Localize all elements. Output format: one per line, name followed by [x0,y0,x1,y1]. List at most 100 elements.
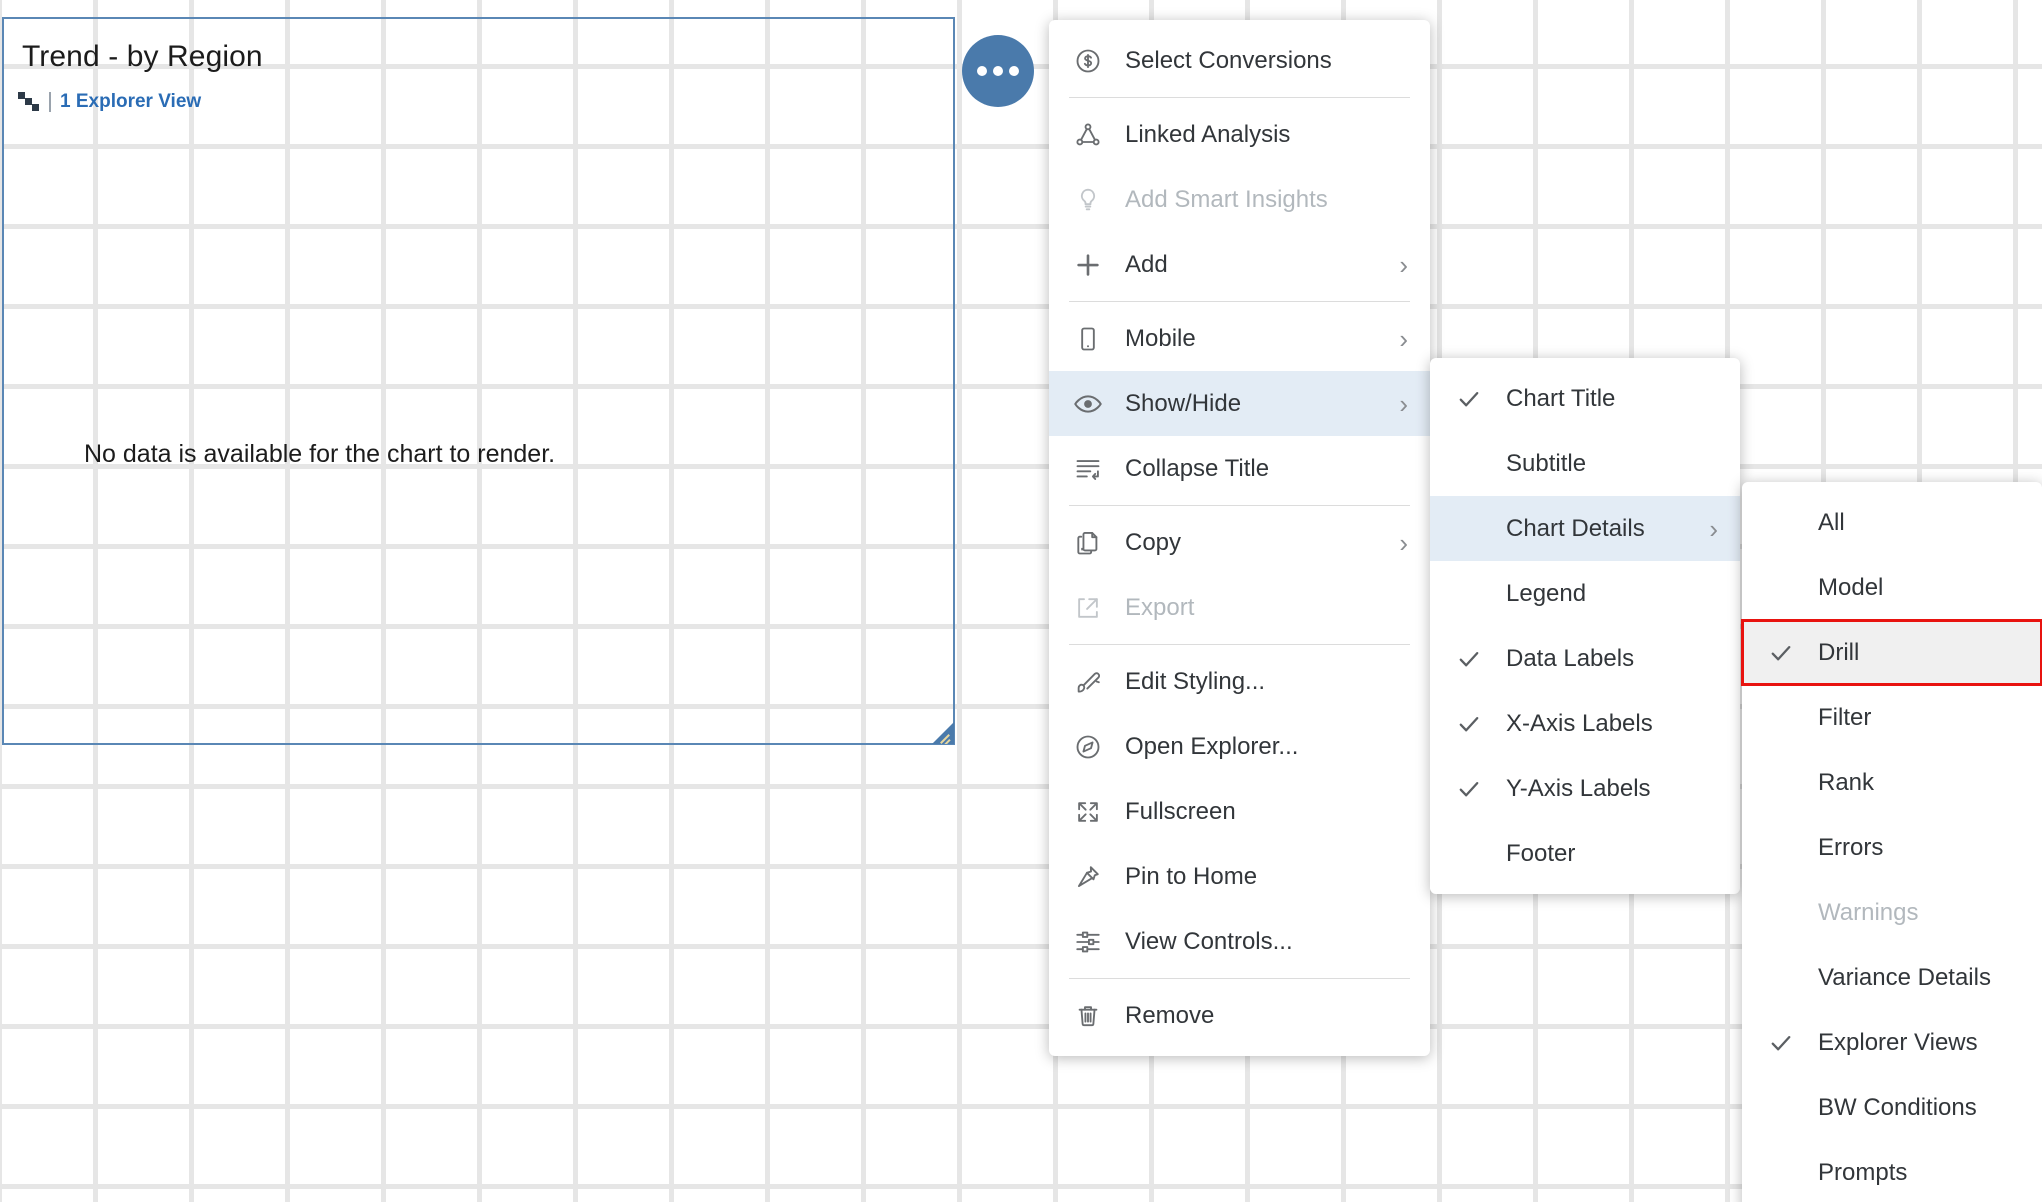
ellipsis-icon [977,66,987,76]
check-icon [1766,1030,1796,1056]
menu-item-label: Select Conversions [1125,46,1332,74]
chart-details-item-warnings: Warnings [1742,880,2042,945]
chart-details-item-label: Errors [1818,833,1884,861]
menu-item-fullscreen[interactable]: Fullscreen [1049,779,1430,844]
check-icon [1454,776,1484,802]
check-icon [1454,711,1484,737]
menu-item-label: Add [1125,250,1168,278]
plus-icon [1073,250,1103,280]
chart-details-item-errors[interactable]: Errors [1742,815,2042,880]
chart-details-item-label: BW Conditions [1818,1093,1977,1121]
showhide-item-label: Chart Title [1506,384,1616,412]
chart-details-item-prompts[interactable]: Prompts [1742,1140,2042,1202]
chevron-right-icon: › [1399,323,1408,354]
showhide-item-label: Subtitle [1506,449,1587,477]
menu-item-label: Pin to Home [1125,862,1258,890]
menu-item-collapse-title[interactable]: Collapse Title [1049,436,1430,501]
resize-handle[interactable] [932,722,954,744]
chart-details-item-model[interactable]: Model [1742,555,2042,620]
ellipsis-icon [1009,66,1019,76]
menu-item-label: Open Explorer... [1125,732,1299,760]
menu-item-label: Mobile [1125,324,1196,352]
view-controls-icon [1073,927,1103,957]
chart-details-item-drill[interactable]: Drill [1741,619,2042,686]
menu-item-remove[interactable]: Remove [1049,983,1430,1048]
showhide-item-y-axis-labels[interactable]: Y-Axis Labels [1430,756,1740,821]
menu-separator [1069,97,1410,98]
showhide-item-chart-details[interactable]: Chart Details › [1430,496,1740,561]
showhide-item-data-labels[interactable]: Data Labels [1430,626,1740,691]
menu-item-label: Fullscreen [1125,797,1236,825]
lightbulb-icon [1073,185,1103,215]
chevron-right-icon: › [1709,513,1718,544]
dollar-circle-icon [1073,46,1103,76]
showhide-item-legend[interactable]: Legend [1430,561,1740,626]
drill-path-icon [18,91,40,113]
chart-details-item-label: Drill [1818,638,1860,666]
chart-details-item-label: Model [1818,573,1884,601]
menu-item-label: View Controls... [1125,927,1293,955]
menu-item-linked-analysis[interactable]: Linked Analysis [1049,102,1430,167]
chart-details-item-label: Filter [1818,703,1872,731]
chart-details-item-rank[interactable]: Rank [1742,750,2042,815]
menu-separator [1069,644,1410,645]
chart-details-item-label: Warnings [1818,898,1919,926]
showhide-item-x-axis-labels[interactable]: X-Axis Labels [1430,691,1740,756]
menu-separator [1069,505,1410,506]
showhide-item-label: Legend [1506,579,1587,607]
showhide-item-chart-title[interactable]: Chart Title [1430,366,1740,431]
menu-item-label: Export [1125,593,1195,621]
menu-item-label: Edit Styling... [1125,667,1266,695]
more-options-button[interactable] [962,35,1034,107]
chart-details-item-label: All [1818,508,1845,536]
menu-item-label: Add Smart Insights [1125,185,1328,213]
menu-item-view-controls[interactable]: View Controls... [1049,909,1430,974]
chart-details-item-filter[interactable]: Filter [1742,685,2042,750]
chart-details-item-variance-details[interactable]: Variance Details [1742,945,2042,1010]
mobile-icon [1073,324,1103,354]
menu-item-add[interactable]: Add › [1049,232,1430,297]
menu-item-label: Linked Analysis [1125,120,1291,148]
paint-brush-icon [1073,667,1103,697]
dashboard-canvas: Trend - by Region 1 Explorer View No dat… [0,0,2042,1202]
chart-details-item-all[interactable]: All [1742,490,2042,555]
no-data-message: No data is available for the chart to re… [84,440,556,468]
showhide-item-label: X-Axis Labels [1506,709,1653,737]
explorer-views-link[interactable]: 1 Explorer View [60,91,201,113]
menu-separator [1069,301,1410,302]
collapse-title-icon [1073,454,1103,484]
explorer-compass-icon [1073,732,1103,762]
page-title: Trend - by Region [22,40,263,73]
menu-item-mobile[interactable]: Mobile › [1049,306,1430,371]
menu-item-label: Copy [1125,528,1182,556]
show-hide-submenu[interactable]: Chart Title Subtitle Chart Details › Legend D… [1430,358,1740,894]
menu-item-add-smart-insights: Add Smart Insights [1049,167,1430,232]
chart-details-item-label: Variance Details [1818,963,1991,991]
menu-item-pin-to-home[interactable]: Pin to Home [1049,844,1430,909]
menu-item-show-hide[interactable]: Show/Hide › [1049,371,1430,436]
chart-details-item-label: Explorer Views [1818,1028,1978,1056]
ellipsis-icon [993,66,1003,76]
chart-details-item-explorer-views[interactable]: Explorer Views [1742,1010,2042,1075]
check-icon [1454,646,1484,672]
menu-item-edit-styling[interactable]: Edit Styling... [1049,649,1430,714]
menu-item-copy[interactable]: Copy › [1049,510,1430,575]
divider [49,92,51,112]
check-icon [1766,640,1796,666]
showhide-item-subtitle[interactable]: Subtitle [1430,431,1740,496]
chevron-right-icon: › [1399,527,1408,558]
linked-analysis-icon [1073,120,1103,150]
menu-item-open-explorer[interactable]: Open Explorer... [1049,714,1430,779]
menu-item-select-conversions[interactable]: Select Conversions [1049,28,1430,93]
chart-details-item-label: Prompts [1818,1158,1908,1186]
context-menu[interactable]: Select Conversions Linked Analysis Add Sma… [1049,20,1430,1056]
chart-details-item-bw-conditions[interactable]: BW Conditions [1742,1075,2042,1140]
showhide-item-footer[interactable]: Footer [1430,821,1740,886]
showhide-item-label: Y-Axis Labels [1506,774,1651,802]
trash-icon [1073,1001,1103,1031]
menu-item-export: Export [1049,575,1430,640]
showhide-item-label: Footer [1506,839,1576,867]
menu-item-label: Collapse Title [1125,454,1270,482]
chart-details-submenu[interactable]: All Model Drill Filter Rank Errors Warnings Var… [1741,482,2042,1202]
chart-widget[interactable]: Trend - by Region 1 Explorer View No dat… [2,17,955,745]
